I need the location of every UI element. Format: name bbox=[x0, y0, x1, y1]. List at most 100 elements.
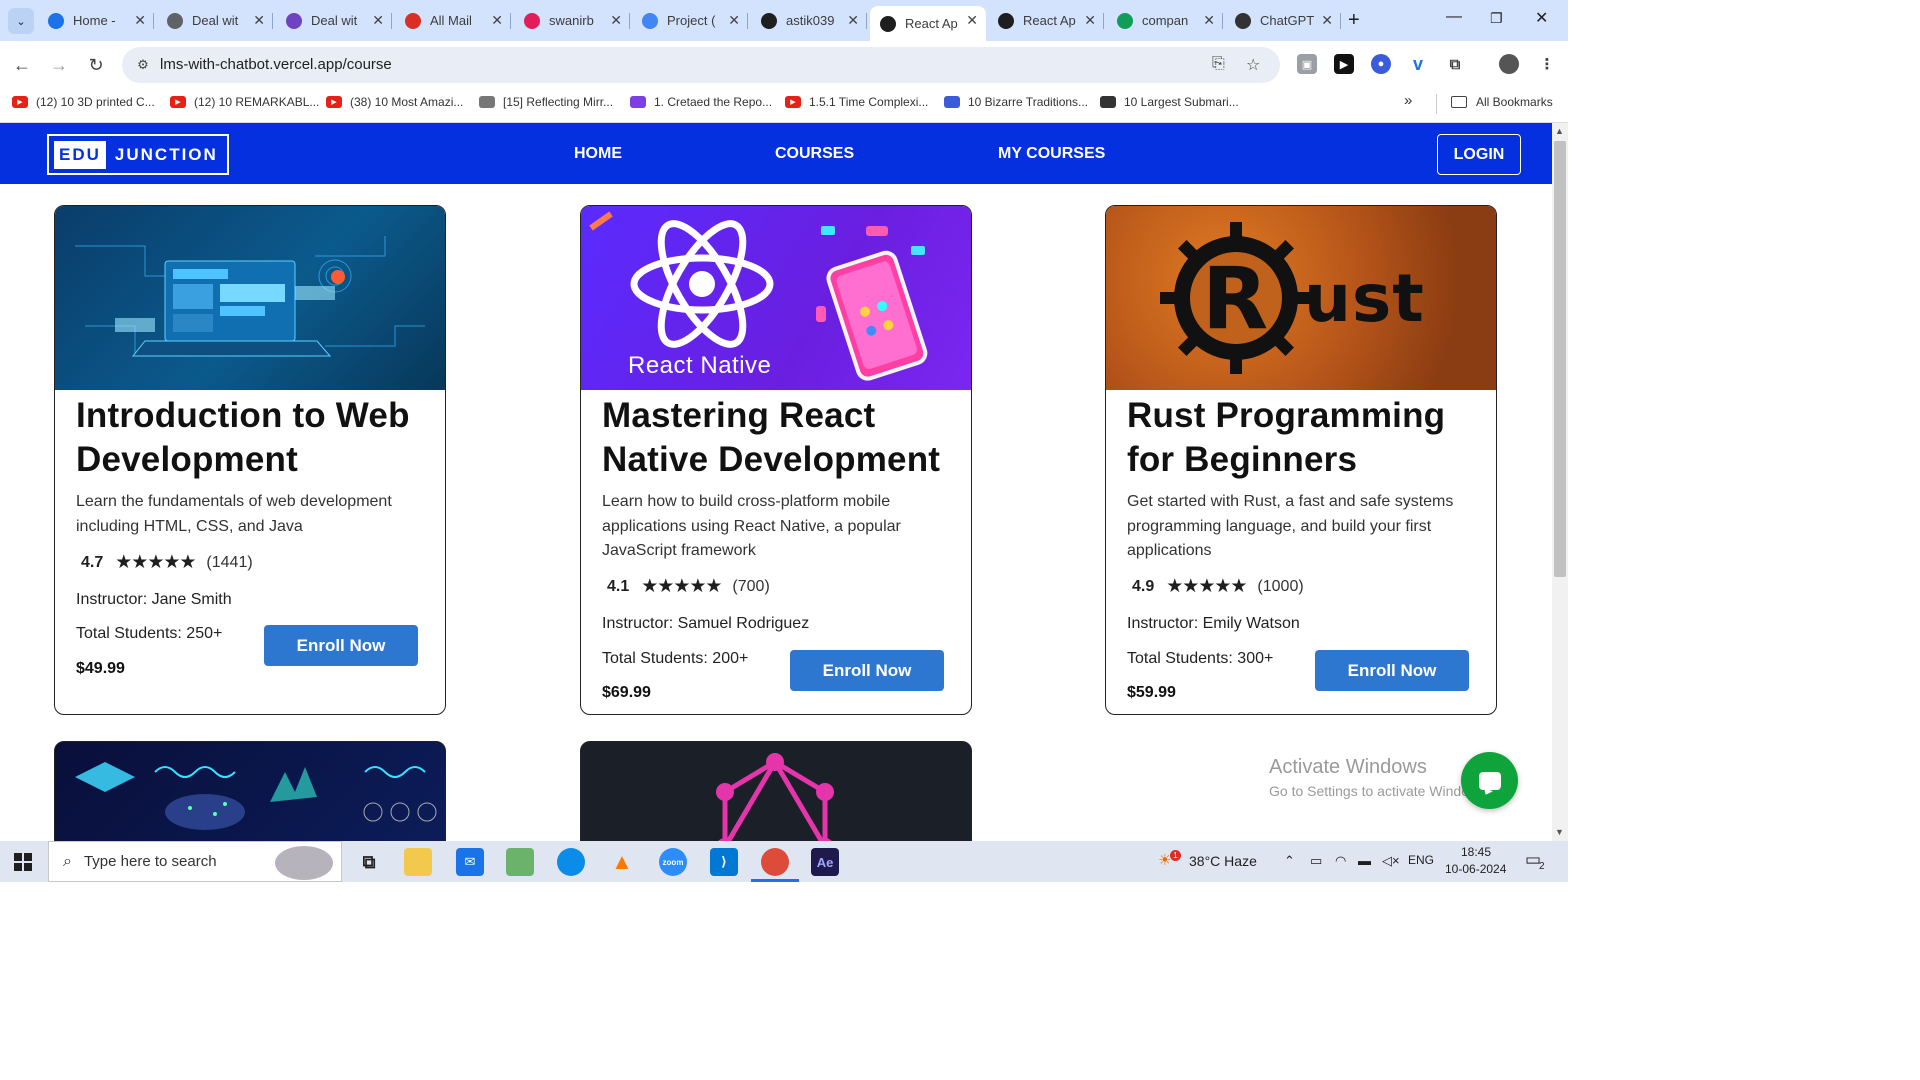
avatar[interactable] bbox=[1499, 54, 1519, 74]
login-button[interactable]: LOGIN bbox=[1437, 134, 1521, 175]
scrollbar-thumb[interactable] bbox=[1554, 141, 1566, 577]
taskbar-search[interactable]: ⌕ Type here to search bbox=[48, 841, 342, 882]
app-icon[interactable] bbox=[506, 848, 534, 876]
browser-tab[interactable]: Home - ✕ bbox=[38, 6, 154, 35]
site-info-icon[interactable]: ⚙ bbox=[134, 56, 152, 74]
tab-search-button[interactable]: ⌄ bbox=[8, 8, 34, 34]
clock-time[interactable]: 18:45 bbox=[1461, 845, 1491, 859]
file-explorer-icon[interactable] bbox=[404, 848, 432, 876]
bookmark-star-icon[interactable]: ☆ bbox=[1246, 55, 1260, 75]
all-bookmarks-button[interactable]: All Bookmarks bbox=[1451, 95, 1553, 109]
close-tab-icon[interactable]: ✕ bbox=[728, 12, 740, 29]
bookmark-item[interactable]: ▶ (12) 10 3D printed C... bbox=[12, 95, 155, 109]
after-effects-icon[interactable]: Ae bbox=[811, 848, 839, 876]
browser-tab[interactable]: compan ✕ bbox=[1107, 6, 1223, 35]
close-tab-icon[interactable]: ✕ bbox=[134, 12, 146, 29]
new-tab-button[interactable]: + bbox=[1348, 9, 1360, 32]
course-description: Learn the fundamentals of web developmen… bbox=[76, 493, 392, 535]
mail-icon[interactable]: ✉ bbox=[456, 848, 484, 876]
clock-date[interactable]: 10-06-2024 bbox=[1445, 862, 1506, 876]
browser-tab[interactable]: ChatGPT ✕ bbox=[1225, 6, 1341, 35]
tab-title: React Ap bbox=[905, 16, 958, 31]
tab-title: swanirb bbox=[549, 13, 594, 28]
close-tab-icon[interactable]: ✕ bbox=[966, 12, 978, 29]
extension-icon[interactable]: ● bbox=[1371, 54, 1391, 74]
wifi-icon[interactable]: ◠ bbox=[1335, 853, 1346, 869]
close-tab-icon[interactable]: ✕ bbox=[610, 12, 622, 29]
browser-tab[interactable]: React Ap ✕ bbox=[870, 6, 986, 41]
vimeo-extension-icon[interactable]: v bbox=[1408, 54, 1428, 74]
weather-text[interactable]: 38°C Haze bbox=[1189, 853, 1257, 869]
back-button[interactable]: ← bbox=[8, 51, 36, 79]
enroll-button[interactable]: Enroll Now bbox=[1315, 650, 1469, 691]
reload-button[interactable]: ↻ bbox=[82, 51, 110, 79]
minimize-icon[interactable]: — bbox=[1446, 8, 1462, 26]
battery-icon[interactable]: ▬ bbox=[1358, 853, 1371, 868]
extension-icon[interactable]: ▶ bbox=[1334, 54, 1354, 74]
close-tab-icon[interactable]: ✕ bbox=[1321, 12, 1333, 29]
task-view-icon[interactable]: ⧉ bbox=[355, 848, 383, 876]
arrow-right-icon: → bbox=[50, 54, 68, 75]
install-app-icon[interactable]: ⎘ bbox=[1212, 55, 1225, 73]
edge-icon[interactable] bbox=[557, 848, 585, 876]
browser-tab[interactable]: astik039 ✕ bbox=[751, 6, 867, 35]
bookmark-item[interactable]: ▶ (12) 10 REMARKABL... bbox=[170, 95, 319, 109]
browser-tab[interactable]: Deal wit ✕ bbox=[157, 6, 273, 35]
close-tab-icon[interactable]: ✕ bbox=[1084, 12, 1096, 29]
bookmark-item[interactable]: ▶ (38) 10 Most Amazi... bbox=[326, 95, 463, 109]
star-rating-icon: ★★★★★ bbox=[115, 552, 196, 573]
bookmark-label: (12) 10 REMARKABL... bbox=[194, 95, 320, 109]
site-logo[interactable]: EDU JUNCTION bbox=[47, 134, 229, 175]
browser-tab[interactable]: swanirb ✕ bbox=[514, 6, 630, 35]
windows-start-icon[interactable] bbox=[14, 853, 32, 871]
folder-icon bbox=[1451, 96, 1467, 108]
chrome-icon[interactable] bbox=[761, 848, 789, 876]
address-bar[interactable]: ⚙ lms-with-chatbot.vercel.app/course ⎘ ☆ bbox=[122, 47, 1280, 83]
kebab-menu-icon[interactable]: ⋮ bbox=[1537, 54, 1557, 74]
nav-courses[interactable]: COURSES bbox=[775, 145, 854, 163]
bookmark-item[interactable]: 10 Bizarre Traditions... bbox=[944, 95, 1088, 109]
close-tab-icon[interactable]: ✕ bbox=[372, 12, 384, 29]
browser-tab[interactable]: React Ap ✕ bbox=[988, 6, 1104, 35]
youtube-icon: ▶ bbox=[12, 96, 28, 108]
browser-tab[interactable]: All Mail ✕ bbox=[395, 6, 511, 35]
site-icon bbox=[479, 96, 495, 108]
bookmark-item[interactable]: ▶ 1.5.1 Time Complexi... bbox=[785, 95, 928, 109]
puzzle-icon[interactable]: ⧉ bbox=[1445, 54, 1465, 74]
url-text[interactable]: lms-with-chatbot.vercel.app/course bbox=[160, 56, 392, 73]
zoom-icon[interactable]: zoom bbox=[659, 848, 687, 876]
close-window-icon[interactable]: ✕ bbox=[1535, 8, 1548, 28]
bookmark-item[interactable]: 10 Largest Submari... bbox=[1100, 95, 1239, 109]
bookmark-item[interactable]: [15] Reflecting Mirr... bbox=[479, 95, 613, 109]
language-indicator[interactable]: ENG bbox=[1408, 853, 1434, 867]
bookmark-item[interactable]: 1. Cretaed the Repo... bbox=[630, 95, 772, 109]
enroll-button[interactable]: Enroll Now bbox=[790, 650, 944, 691]
restore-icon[interactable]: ❐ bbox=[1490, 10, 1503, 27]
chevron-up-icon[interactable]: ⌃ bbox=[1284, 853, 1295, 869]
browser-tab[interactable]: Deal wit ✕ bbox=[276, 6, 392, 35]
enroll-button[interactable]: Enroll Now bbox=[264, 625, 418, 666]
forward-button[interactable]: → bbox=[45, 51, 73, 79]
close-tab-icon[interactable]: ✕ bbox=[1203, 12, 1215, 29]
chat-bubble-icon bbox=[1478, 771, 1501, 790]
vlc-icon[interactable]: ▲ bbox=[608, 848, 636, 876]
close-tab-icon[interactable]: ✕ bbox=[253, 12, 265, 29]
site-icon bbox=[630, 96, 646, 108]
volume-muted-icon[interactable]: ◁× bbox=[1382, 853, 1400, 869]
page-scrollbar[interactable]: ▲ ▼ bbox=[1552, 123, 1568, 841]
scroll-up-icon[interactable]: ▲ bbox=[1555, 126, 1564, 136]
browser-tab[interactable]: Project (✕ bbox=[632, 6, 748, 35]
meet-icon[interactable]: ▭ bbox=[1310, 853, 1322, 869]
course-price: $69.99 bbox=[602, 684, 651, 701]
scroll-down-icon[interactable]: ▼ bbox=[1555, 827, 1564, 837]
close-tab-icon[interactable]: ✕ bbox=[847, 12, 859, 29]
extension-icon[interactable]: ▣ bbox=[1297, 54, 1317, 74]
vscode-icon[interactable]: ⟩ bbox=[710, 848, 738, 876]
active-app-indicator bbox=[751, 879, 799, 882]
chatbot-button[interactable] bbox=[1461, 752, 1518, 809]
nav-home[interactable]: HOME bbox=[574, 145, 622, 163]
close-tab-icon[interactable]: ✕ bbox=[491, 12, 503, 29]
tab-title: astik039 bbox=[786, 13, 835, 28]
nav-my-courses[interactable]: MY COURSES bbox=[998, 145, 1105, 163]
more-bookmarks-button[interactable]: » bbox=[1404, 92, 1412, 109]
